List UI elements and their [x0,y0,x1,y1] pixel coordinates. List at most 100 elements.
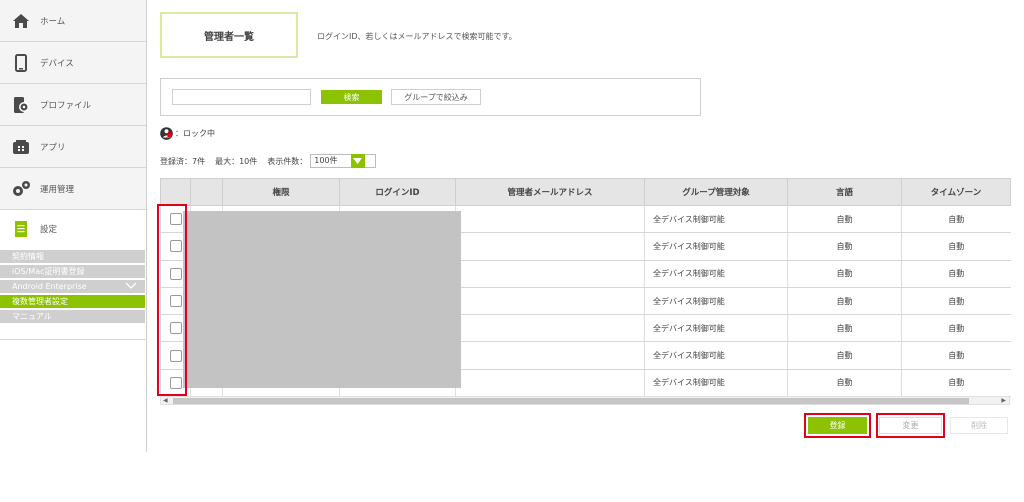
column-header-timezone: タイムゾーン [901,178,1011,206]
timezone-cell: 自動 [901,232,1011,261]
email-cell [455,341,645,370]
sidebar-item-label: プロファイル [40,100,92,111]
group-cell: 全デバイス制御可能 [644,260,788,288]
email-cell [455,205,645,234]
group-cell: 全デバイス制御可能 [644,232,788,261]
caret-down-icon [350,154,365,168]
column-header-login-id: ログインID [339,178,456,206]
sidebar-item-label: アプリ [40,142,66,153]
email-cell [455,314,645,343]
edit-button[interactable]: 変更 [879,417,942,434]
language-cell: 自動 [787,341,902,370]
scrollbar-thumb[interactable] [173,398,969,404]
email-cell [455,232,645,261]
page-title: 管理者一覧 [160,12,298,58]
table-header-row: 権限 ログインID 管理者メールアドレス グループ管理対象 言語 タイムゾーン [160,178,1011,206]
delete-button[interactable]: 削除 [950,417,1008,434]
row-checkbox[interactable] [169,267,182,280]
sidebar-item-device[interactable]: デバイス [0,42,146,84]
device-icon [10,52,32,74]
group-cell: 全デバイス制御可能 [644,341,788,370]
redacted-area [183,211,461,388]
language-cell: 自動 [787,232,902,261]
language-cell: 自動 [787,314,902,343]
timezone-cell: 自動 [901,205,1011,234]
max-count: 最大：10件 [215,156,258,166]
email-cell [455,369,645,398]
chevron-down-icon [125,280,137,293]
language-cell: 自動 [787,260,902,288]
group-filter-button[interactable]: グループで絞込み [391,89,481,105]
sidebar-item-app[interactable]: アプリ [0,126,146,168]
sidebar: ホーム デバイス プロファイル アプリ 運用管理 設定 契約情報 iOS/Mac… [0,0,147,452]
timezone-cell: 自動 [901,369,1011,398]
sidebar-item-profile[interactable]: プロファイル [0,84,146,126]
language-cell: 自動 [787,287,902,316]
group-cell: 全デバイス制御可能 [644,369,788,398]
timezone-cell: 自動 [901,287,1011,316]
register-button[interactable]: 登録 [808,417,867,434]
sidebar-item-operations[interactable]: 運用管理 [0,168,146,210]
group-cell: 全デバイス制御可能 [644,205,788,234]
app-icon [10,136,32,158]
row-checkbox[interactable] [169,376,182,389]
sidebar-item-settings[interactable]: 設定 [0,210,146,248]
submenu-label: 複数管理者設定 [12,297,68,306]
lock-legend: ：ロック中 [160,127,215,140]
per-page-select[interactable]: 100件 [310,154,376,168]
group-cell: 全デバイス制御可能 [644,287,788,316]
row-checkbox[interactable] [169,295,182,308]
timezone-cell: 自動 [901,260,1011,288]
search-input[interactable] [172,89,311,105]
sidebar-item-home[interactable]: ホーム [0,0,146,42]
submenu-label: iOS/Mac証明書登録 [12,267,85,276]
per-page-value: 100件 [314,156,338,165]
column-header-group: グループ管理対象 [644,178,788,206]
search-panel: 検索 グループで絞込み [160,78,701,116]
gears-icon [10,178,32,200]
submenu-label: Android Enterprise [12,282,87,291]
search-button[interactable]: 検索 [321,90,382,104]
submenu-manual[interactable]: マニュアル [0,310,145,323]
horizontal-scrollbar[interactable]: ◀ ▶ [160,396,1010,405]
column-header-checkbox [160,178,191,206]
scroll-right-icon[interactable]: ▶ [1001,397,1006,404]
column-header-lock [190,178,223,206]
column-header-email: 管理者メールアドレス [455,178,645,206]
submenu-contract-info[interactable]: 契約情報 [0,250,145,263]
language-cell: 自動 [787,205,902,234]
lock-legend-label: ：ロック中 [175,129,215,138]
sidebar-item-label: デバイス [40,58,74,69]
scroll-left-icon[interactable]: ◀ [163,397,168,404]
page-description: ログインID、若しくはメールアドレスで検索可能です。 [317,32,517,41]
timezone-cell: 自動 [901,314,1011,343]
timezone-cell: 自動 [901,341,1011,370]
home-icon [10,10,32,32]
submenu-multi-admin[interactable]: 複数管理者設定 [0,295,145,308]
submenu-label: 契約情報 [12,252,44,261]
submenu-android-enterprise[interactable]: Android Enterprise [0,280,145,293]
settings-submenu: 契約情報 iOS/Mac証明書登録 Android Enterprise 複数管… [0,250,146,329]
settings-doc-icon [10,218,32,240]
email-cell [455,260,645,288]
group-cell: 全デバイス制御可能 [644,314,788,343]
per-page-label: 表示件数： [267,156,308,166]
sidebar-item-label: 運用管理 [40,184,75,195]
count-summary: 登録済：7件 最大：10件 表示件数： 100件 [160,154,376,168]
sidebar-divider [0,339,146,340]
row-checkbox[interactable] [169,322,182,335]
profile-icon [10,94,32,116]
submenu-ios-mac-certificate[interactable]: iOS/Mac証明書登録 [0,265,145,278]
email-cell [455,287,645,316]
column-header-language: 言語 [787,178,902,206]
sidebar-item-label: ホーム [40,16,66,27]
submenu-label: マニュアル [12,312,52,321]
row-checkbox[interactable] [169,349,182,362]
sidebar-item-label: 設定 [40,225,58,235]
language-cell: 自動 [787,369,902,398]
row-checkbox[interactable] [169,240,182,253]
column-header-role: 権限 [222,178,340,206]
row-checkbox[interactable] [169,213,182,226]
registered-count: 登録済：7件 [160,156,206,166]
lock-icon [160,127,173,140]
